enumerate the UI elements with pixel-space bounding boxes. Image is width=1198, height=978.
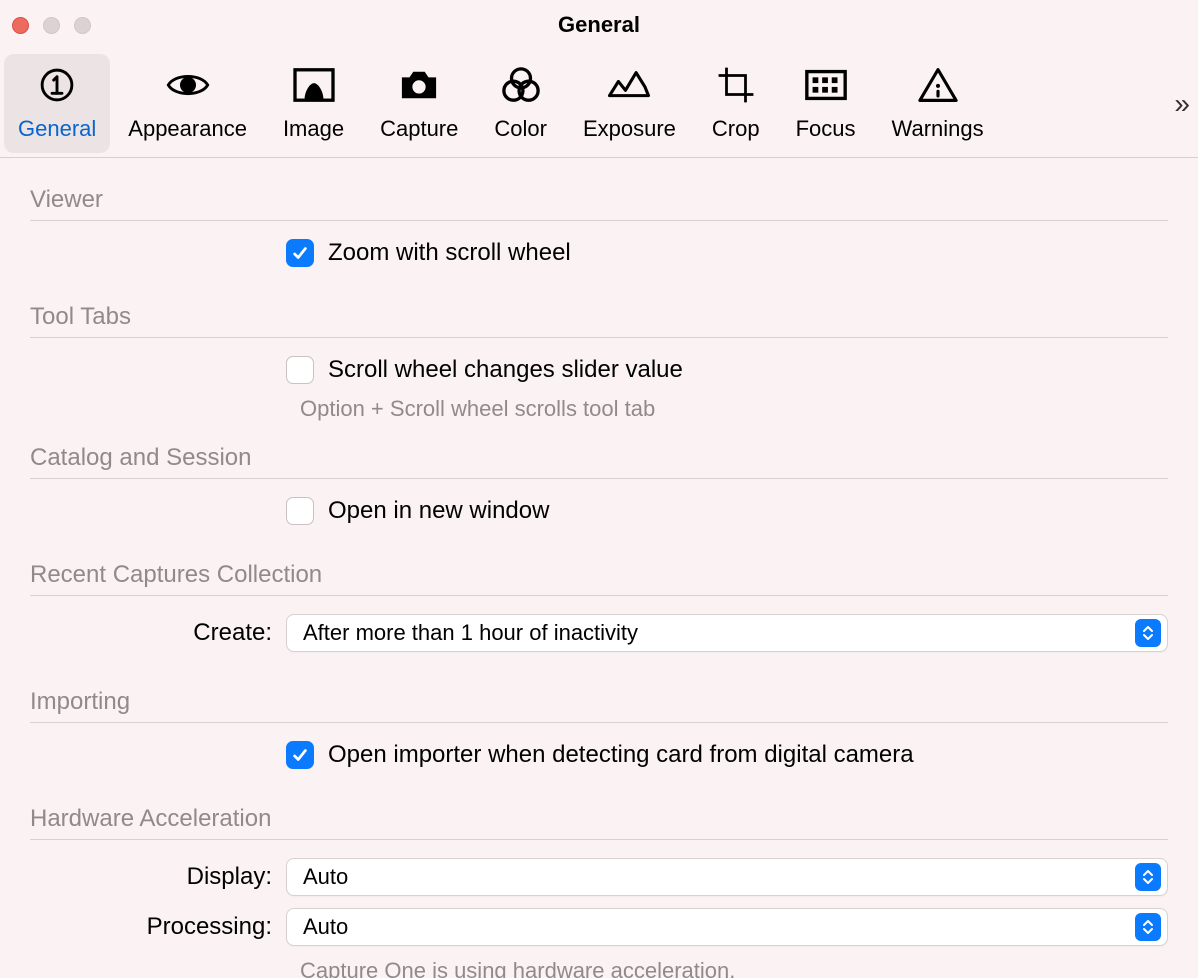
general-icon: [34, 66, 80, 104]
section-rule: [30, 839, 1168, 840]
dropdown-processing-value: Auto: [303, 914, 348, 940]
tab-label: Color: [494, 116, 547, 142]
tab-label: Capture: [380, 116, 458, 142]
label-scroll-slider: Scroll wheel changes slider value: [328, 356, 683, 384]
section-title-tooltabs: Tool Tabs: [30, 303, 1168, 331]
warning-icon: [915, 66, 961, 104]
dropdown-display[interactable]: Auto: [286, 858, 1168, 896]
tab-label: Focus: [796, 116, 856, 142]
tab-label: Exposure: [583, 116, 676, 142]
camera-icon: [396, 66, 442, 104]
titlebar: General: [0, 0, 1198, 50]
row-scroll-slider: Scroll wheel changes slider value: [30, 356, 1168, 384]
dropdown-processing[interactable]: Auto: [286, 908, 1168, 946]
label-zoom-scroll: Zoom with scroll wheel: [328, 239, 571, 267]
label-create: Create:: [30, 619, 286, 647]
dropdown-create-value: After more than 1 hour of inactivity: [303, 620, 638, 646]
row-zoom-scroll: Zoom with scroll wheel: [30, 239, 1168, 267]
tab-label: Crop: [712, 116, 760, 142]
tab-label: Warnings: [892, 116, 984, 142]
prefs-content: Viewer Zoom with scroll wheel Tool Tabs …: [0, 158, 1198, 978]
tab-crop[interactable]: Crop: [694, 50, 778, 157]
checkbox-open-importer[interactable]: [286, 741, 314, 769]
tab-warnings[interactable]: Warnings: [874, 50, 1002, 157]
section-title-catalog: Catalog and Session: [30, 444, 1168, 472]
section-title-viewer: Viewer: [30, 186, 1168, 214]
label-open-new-window: Open in new window: [328, 497, 549, 525]
row-create: Create: After more than 1 hour of inacti…: [30, 614, 1168, 652]
prefs-toolbar: General Appearance Image: [0, 50, 1198, 158]
section-rule: [30, 722, 1168, 723]
tab-capture[interactable]: Capture: [362, 50, 476, 157]
dropdown-display-value: Auto: [303, 864, 348, 890]
hwaccel-status: Capture One is using hardware accelerati…: [300, 958, 1168, 978]
row-open-importer: Open importer when detecting card from d…: [30, 741, 1168, 769]
tab-label: Appearance: [128, 116, 247, 142]
checkbox-zoom-scroll[interactable]: [286, 239, 314, 267]
section-rule: [30, 478, 1168, 479]
updown-arrows-icon: [1135, 863, 1161, 891]
section-title-importing: Importing: [30, 688, 1168, 716]
tab-focus[interactable]: Focus: [778, 50, 874, 157]
tab-image[interactable]: Image: [265, 50, 362, 157]
section-rule: [30, 220, 1168, 221]
color-icon: [498, 66, 544, 104]
tab-appearance[interactable]: Appearance: [110, 50, 265, 157]
check-icon: [291, 244, 309, 262]
toolbar-overflow-button[interactable]: »: [1174, 50, 1190, 157]
tab-exposure[interactable]: Exposure: [565, 50, 694, 157]
section-rule: [30, 595, 1168, 596]
minimize-window-button[interactable]: [43, 17, 60, 34]
crop-icon: [713, 66, 759, 104]
label-open-importer: Open importer when detecting card from d…: [328, 741, 914, 769]
label-display: Display:: [30, 863, 286, 891]
eye-icon: [165, 66, 211, 104]
section-rule: [30, 337, 1168, 338]
dropdown-create[interactable]: After more than 1 hour of inactivity: [286, 614, 1168, 652]
section-title-hwaccel: Hardware Acceleration: [30, 805, 1168, 833]
prefs-toolbar-items: General Appearance Image: [0, 50, 1002, 157]
window-controls: [0, 17, 91, 34]
tab-general[interactable]: General: [4, 54, 110, 153]
close-window-button[interactable]: [12, 17, 29, 34]
focus-icon: [803, 66, 849, 104]
row-display: Display: Auto: [30, 858, 1168, 896]
image-icon: [291, 66, 337, 104]
chevron-double-right-icon: »: [1174, 88, 1190, 120]
label-processing: Processing:: [30, 913, 286, 941]
checkbox-open-new-window[interactable]: [286, 497, 314, 525]
updown-arrows-icon: [1135, 619, 1161, 647]
row-open-new-window: Open in new window: [30, 497, 1168, 525]
updown-arrows-icon: [1135, 913, 1161, 941]
checkbox-scroll-slider[interactable]: [286, 356, 314, 384]
window-title: General: [0, 12, 1198, 38]
tab-label: General: [18, 116, 96, 142]
tab-color[interactable]: Color: [476, 50, 565, 157]
row-processing: Processing: Auto: [30, 908, 1168, 946]
hint-scroll-slider: Option + Scroll wheel scrolls tool tab: [300, 396, 1168, 422]
zoom-window-button[interactable]: [74, 17, 91, 34]
exposure-icon: [606, 66, 652, 104]
section-title-recent: Recent Captures Collection: [30, 561, 1168, 589]
check-icon: [291, 746, 309, 764]
tab-label: Image: [283, 116, 344, 142]
